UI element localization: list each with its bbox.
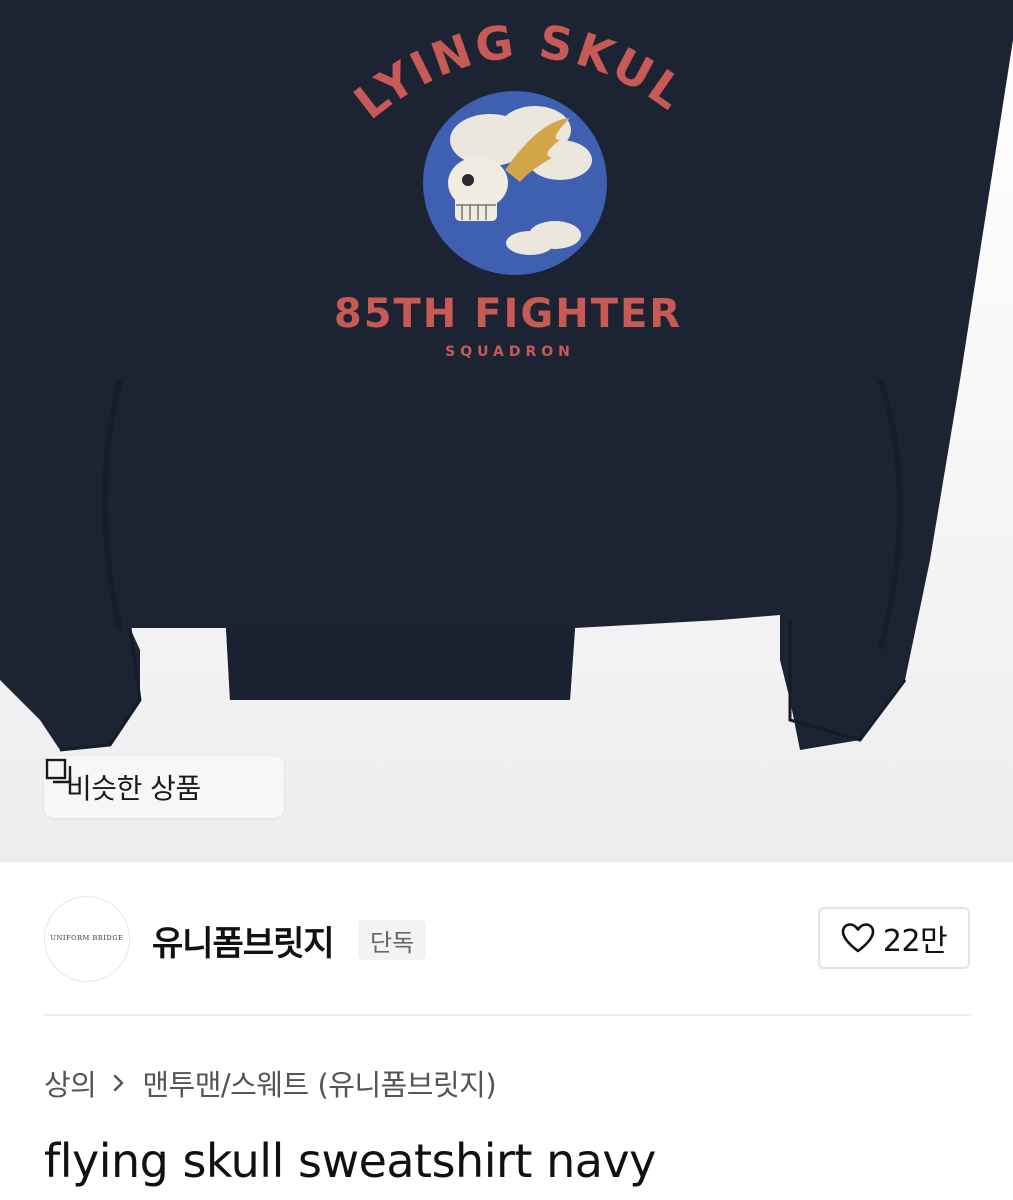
brand-logo-text: UNIFORM BRIDGE	[50, 934, 124, 943]
breadcrumb: 상의 맨투맨/스웨트 (유니폼브릿지)	[44, 1062, 497, 1104]
similar-items-button[interactable]: 비슷한 상품	[44, 756, 284, 818]
exclusive-badge: 단독	[358, 920, 427, 960]
similar-items-label: 비슷한 상품	[66, 772, 201, 805]
sweatshirt-illustration: FLYING SKULL 85TH FIGHTER SQUADRON	[0, 0, 1013, 752]
chevron-right-icon	[114, 1074, 124, 1092]
heart-icon	[841, 923, 875, 953]
section-divider	[44, 1014, 971, 1016]
like-count: 22만	[882, 924, 948, 959]
brand-name[interactable]: 유니폼브릿지	[152, 916, 335, 965]
print-sub-text: SQUADRON	[445, 344, 575, 360]
product-image[interactable]: FLYING SKULL 85TH FIGHTER SQUADRON	[0, 0, 1013, 862]
breadcrumb-category[interactable]: 상의	[44, 1062, 97, 1104]
product-title: flying skull sweatshirt navy	[44, 1134, 656, 1188]
breadcrumb-subcategory[interactable]: 맨투맨/스웨트 (유니폼브릿지)	[142, 1062, 496, 1104]
similar-items-icon	[45, 758, 72, 784]
like-button[interactable]: 22만	[818, 907, 970, 969]
brand-row: UNIFORM BRIDGE 유니폼브릿지 단독 22만	[0, 862, 1013, 1016]
brand-logo[interactable]: UNIFORM BRIDGE	[44, 896, 130, 982]
print-main-text: 85TH FIGHTER	[334, 291, 682, 337]
